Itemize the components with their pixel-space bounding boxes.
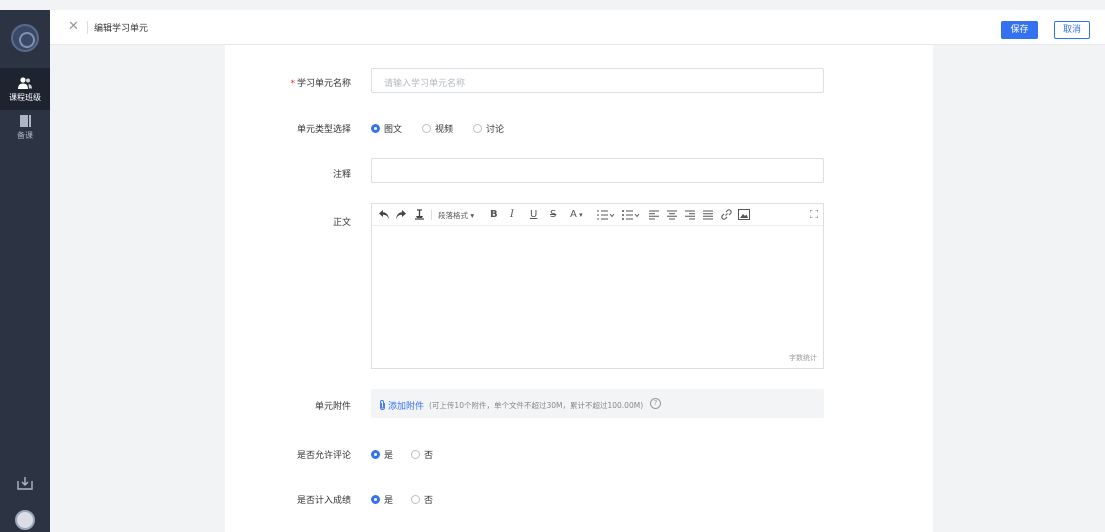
radio-score-no[interactable]: 否: [411, 493, 433, 506]
attachment-box: 添加附件 (可上传10个附件，单个文件不超过30M，累计不超过100.00M) …: [371, 389, 824, 418]
align-center-icon[interactable]: [667, 210, 677, 220]
sidebar-item-label: 课程班级: [9, 93, 41, 102]
radio-selected-icon: [371, 495, 380, 504]
school-logo-icon[interactable]: [11, 24, 39, 52]
sidebar-item-course-class[interactable]: 课程班级: [0, 68, 50, 110]
ordered-list-icon[interactable]: [597, 210, 615, 220]
note-input[interactable]: [371, 158, 824, 183]
radio-type-discussion[interactable]: 讨论: [473, 122, 504, 135]
field-label: 单元类型选择: [296, 125, 351, 135]
placeholder-text: 请输入学习单元名称: [384, 79, 466, 89]
add-attachment-link[interactable]: 添加附件: [379, 399, 424, 412]
paperclip-icon: [380, 400, 385, 410]
paragraph-format-dropdown[interactable]: 段落格式 ▾: [438, 210, 474, 222]
radio-icon: [411, 495, 420, 504]
form-row-note: 注释: [225, 158, 933, 184]
divider: [87, 21, 88, 34]
word-count-label: 字数统计: [789, 354, 817, 362]
align-right-icon[interactable]: [685, 210, 695, 220]
sidebar-item-label: 备课: [17, 131, 33, 140]
sidebar-item-prepare[interactable]: 备课: [0, 112, 50, 146]
required-mark: *: [290, 79, 295, 89]
radio-comment-no[interactable]: 否: [411, 448, 433, 461]
image-icon[interactable]: [738, 209, 750, 220]
form-row-allow-comment: 是否允许评论 是 否: [225, 447, 933, 461]
form-row-name: * 学习单元名称 请输入学习单元名称: [225, 68, 933, 94]
cancel-button[interactable]: 取消: [1054, 21, 1090, 39]
strikethrough-button[interactable]: S: [550, 209, 556, 221]
radio-comment-yes[interactable]: 是: [371, 448, 393, 461]
align-left-icon[interactable]: [649, 210, 659, 220]
radio-icon: [411, 450, 420, 459]
radio-icon: [422, 124, 431, 133]
attachment-hint: (可上传10个附件，单个文件不超过30M，累计不超过100.00M): [429, 401, 644, 410]
italic-button[interactable]: I: [510, 209, 514, 221]
align-justify-icon[interactable]: [703, 210, 713, 220]
radio-icon: [473, 124, 482, 133]
field-label: 正文: [332, 218, 351, 228]
bullet-list-icon[interactable]: [622, 210, 640, 220]
field-label: 单元附件: [314, 402, 351, 412]
field-label: * 学习单元名称: [290, 79, 351, 89]
divider: [431, 210, 432, 220]
help-icon[interactable]: ?: [650, 398, 661, 409]
close-icon[interactable]: ✕: [68, 20, 79, 34]
clear-format-icon[interactable]: [414, 209, 425, 220]
save-button[interactable]: 保存: [1001, 21, 1038, 39]
sidebar: 课程班级 备课: [0, 10, 50, 532]
rich-text-editor[interactable]: 段落格式 ▾ B I U S A ▾ 字数统计: [371, 203, 824, 369]
redo-icon[interactable]: [396, 210, 406, 219]
underline-button[interactable]: U: [530, 209, 537, 221]
font-color-button[interactable]: A ▾: [570, 209, 583, 221]
radio-type-video[interactable]: 视频: [422, 122, 453, 135]
field-label: 注释: [332, 170, 351, 180]
bold-button[interactable]: B: [490, 209, 498, 221]
field-label: 是否允许评论: [296, 451, 351, 461]
form-row-type: 单元类型选择 图文 视频 讨论: [225, 121, 933, 135]
page-title: 编辑学习单元: [94, 24, 149, 34]
book-icon: [19, 115, 31, 127]
undo-icon[interactable]: [379, 210, 389, 219]
fullscreen-icon[interactable]: [810, 210, 818, 218]
top-bar: ✕ 编辑学习单元 保存 取消: [50, 10, 1105, 45]
link-icon[interactable]: [721, 209, 732, 220]
radio-selected-icon: [371, 450, 380, 459]
radio-type-text[interactable]: 图文: [371, 122, 402, 135]
editor-toolbar: 段落格式 ▾ B I U S A ▾: [372, 204, 823, 226]
unit-name-input[interactable]: 请输入学习单元名称: [371, 68, 824, 93]
radio-selected-icon: [371, 124, 380, 133]
field-label: 是否计入成绩: [296, 496, 351, 506]
users-icon: [18, 77, 32, 89]
form-card: *学习单元名称 请输入学习单元名称 单元类型选择 图文 视频 讨论 注释 正文: [225, 45, 933, 532]
avatar[interactable]: [15, 510, 35, 530]
form-row-count-score: 是否计入成绩 是 否: [225, 492, 933, 506]
radio-score-yes[interactable]: 是: [371, 493, 393, 506]
download-icon[interactable]: [17, 476, 33, 490]
